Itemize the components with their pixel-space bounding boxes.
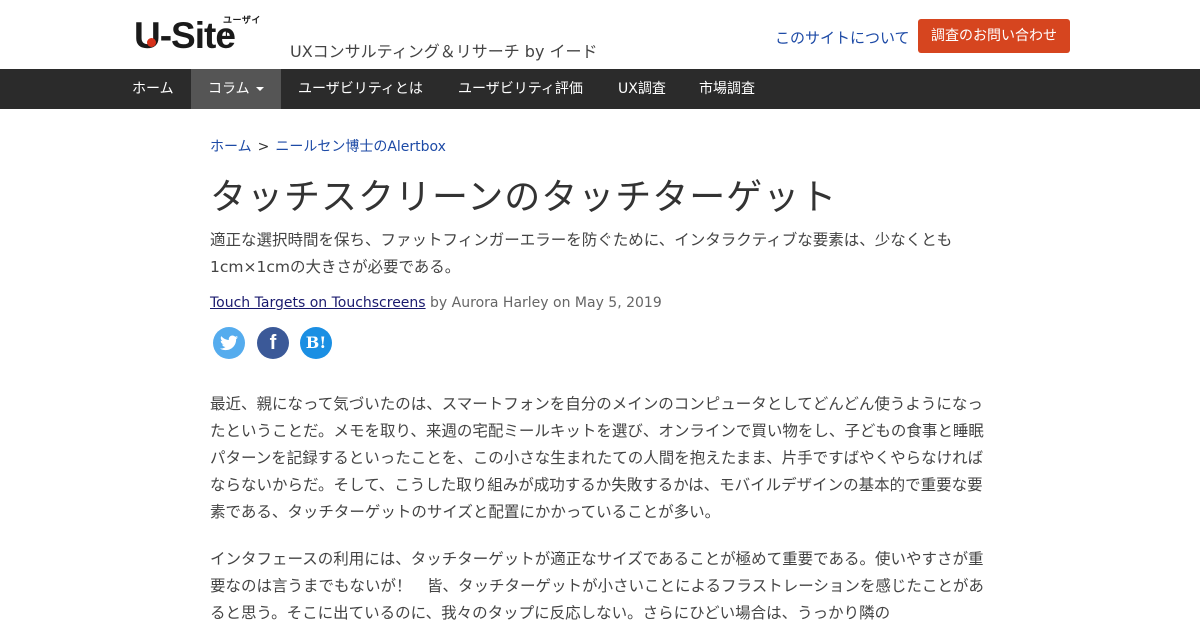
hatena-bookmark-button[interactable]: B! [300,327,332,359]
twitter-share-button[interactable] [213,327,245,359]
page-title: タッチスクリーンのタッチターゲット [210,177,838,218]
hatena-bookmark-icon: B! [305,333,327,352]
site-tagline: UXコンサルティング＆リサーチ by イード [290,42,598,61]
article-byline: Touch Targets on Touchscreens by Aurora … [210,295,662,311]
contact-button[interactable]: 調査のお問い合わせ [918,19,1070,53]
article-paragraph: インタフェースの利用には、タッチターゲットが適正なサイズであることが極めて重要で… [210,550,984,622]
nav-item-label: UX調査 [618,81,666,97]
original-article-link[interactable]: Touch Targets on Touchscreens [210,295,426,311]
nav-item-label: ユーザビリティ評価 [458,81,583,97]
nav-item-label: コラム [208,81,250,97]
nav-item-usability-evaluation[interactable]: ユーザビリティ評価 [441,69,600,109]
breadcrumb-separator: > [257,139,270,155]
nav-item-usability[interactable]: ユーザビリティとは [281,69,440,109]
main-nav: ホーム コラム ユーザビリティとは ユーザビリティ評価 UX調査 市場調査 [0,69,1200,109]
article-lead: 適正な選択時間を保ち、ファットフィンガーエラーを防ぐために、インタラクティブな要… [210,231,953,276]
facebook-share-button[interactable]: f [257,327,289,359]
breadcrumb-home[interactable]: ホーム [210,139,252,155]
nav-item-label: ユーザビリティとは [298,81,423,97]
twitter-icon [220,335,238,351]
nav-item-home[interactable]: ホーム [115,69,191,109]
nav-item-market-research[interactable]: 市場調査 [682,69,772,109]
nav-item-label: 市場調査 [699,81,755,97]
breadcrumb-alertbox[interactable]: ニールセン博士のAlertbox [275,139,446,155]
about-site-link[interactable]: このサイトについて [775,27,910,48]
facebook-icon: f [269,332,277,354]
logo-subtitle: ユーザイト [223,16,261,39]
site-header: U-Site ユーザイト UXコンサルティング＆リサーチ by イード このサイ… [0,0,1200,69]
nav-item-column[interactable]: コラム [191,69,281,109]
article-paragraph: 最近、親になって気づいたのは、スマートフォンを自分のメインのコンピュータとしてど… [210,395,984,521]
caret-down-icon [255,87,264,91]
breadcrumb: ホーム > ニールセン博士のAlertbox [210,136,446,156]
nav-item-ux-research[interactable]: UX調査 [601,69,683,109]
byline-author-date: by Aurora Harley on May 5, 2019 [425,295,662,311]
nav-item-label: ホーム [132,81,174,97]
logo-text: U-Site [134,15,236,56]
site-logo[interactable]: U-Site ユーザイト [134,14,266,56]
logo-dot [147,38,156,47]
